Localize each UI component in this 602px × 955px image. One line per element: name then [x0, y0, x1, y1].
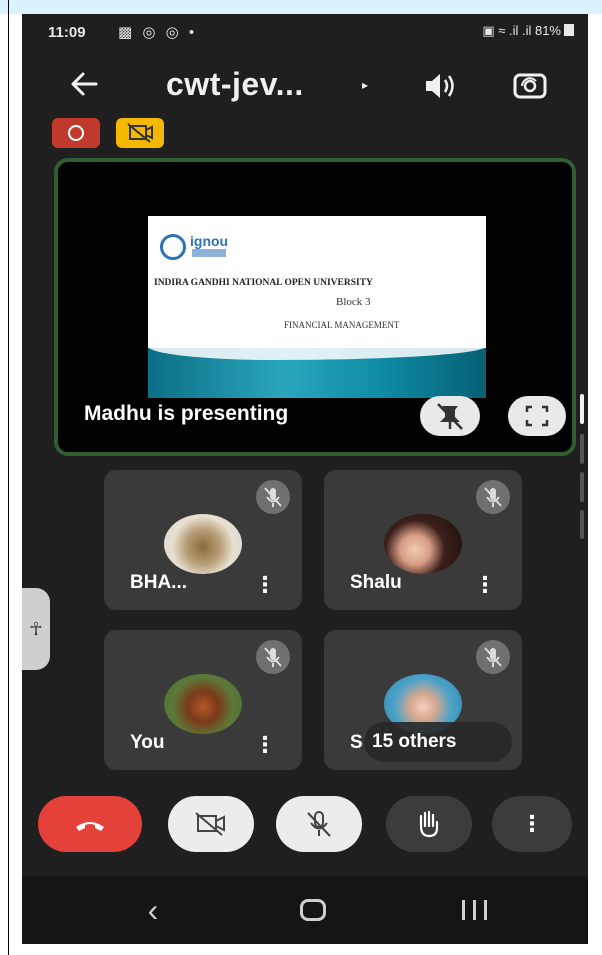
- battery-icon: [564, 24, 574, 36]
- avatar: [164, 514, 242, 574]
- others-count-pill[interactable]: 15 others: [364, 722, 512, 762]
- participant-name: S: [350, 732, 363, 753]
- nav-recents-icon[interactable]: [460, 900, 490, 920]
- ignou-logo-icon: [160, 234, 186, 260]
- nav-back-icon[interactable]: ‹: [138, 892, 168, 928]
- slide-logo-text: ignou: [190, 233, 229, 249]
- nav-home-icon[interactable]: [300, 899, 326, 921]
- scroll-track-segment: [580, 510, 584, 539]
- recents-bar: [473, 900, 476, 920]
- mic-off-icon: [307, 811, 331, 837]
- slide-logo-subtext: [192, 249, 226, 257]
- back-arrow-icon: [71, 72, 98, 96]
- mic-off-icon: [476, 640, 510, 674]
- mic-off-icon: [256, 640, 290, 674]
- participant-tile[interactable]: BHA... ⋮: [104, 470, 302, 610]
- participant-tile[interactable]: Shalu ⋮: [324, 470, 522, 610]
- system-nav-bar: ‹: [22, 876, 588, 944]
- speaker-icon: [426, 74, 454, 98]
- more-vert-icon: ⋮: [521, 811, 543, 836]
- record-icon: [52, 118, 100, 148]
- scroll-thumb[interactable]: [580, 394, 584, 424]
- recents-bar: [462, 900, 465, 920]
- fullscreen-icon: [525, 405, 549, 427]
- participant-name: BHA...: [130, 572, 187, 593]
- mic-off-icon: [476, 480, 510, 514]
- participant-name: Shalu: [350, 572, 402, 593]
- end-call-button[interactable]: [38, 796, 142, 852]
- participant-tile[interactable]: You ⋮: [104, 630, 302, 770]
- presenter-label: Madhu is presenting: [84, 402, 289, 425]
- unpin-button[interactable]: [420, 396, 480, 436]
- notification-icons: ▩ ◎ ◎ •: [118, 24, 198, 41]
- back-button[interactable]: [64, 66, 104, 106]
- more-vert-icon[interactable]: ⋮: [254, 730, 276, 760]
- scroll-indicator[interactable]: [580, 394, 584, 539]
- accessibility-tab[interactable]: ☥: [22, 588, 50, 670]
- speaker-button[interactable]: [420, 68, 460, 104]
- recents-bar: [484, 900, 487, 920]
- mic-off-icon: [256, 480, 290, 514]
- avatar: [384, 514, 462, 574]
- meeting-title[interactable]: cwt-jev...: [166, 66, 304, 103]
- switch-camera-button[interactable]: [510, 66, 550, 106]
- more-options-button[interactable]: ⋮: [492, 796, 572, 852]
- camera-off-badge-icon: [116, 118, 164, 148]
- camera-off-icon: [195, 812, 225, 836]
- more-vert-icon[interactable]: ⋮: [474, 570, 496, 600]
- unpin-icon: [437, 403, 463, 430]
- avatar: [164, 674, 242, 734]
- signal-icons: ▣ ≈ .il .il: [482, 23, 532, 38]
- meeting-toolbar: cwt-jev... ▸: [22, 56, 588, 116]
- status-time: 11:09: [48, 24, 86, 41]
- participant-name: You: [130, 732, 165, 753]
- raise-hand-button[interactable]: [386, 796, 472, 852]
- call-controls: ⋮: [22, 786, 588, 866]
- border-line: [8, 0, 9, 955]
- slide-wave-graphic: [148, 338, 486, 398]
- scroll-track-segment: [580, 472, 584, 502]
- phone-screen: 11:09 ▩ ◎ ◎ • ▣ ≈ .il .il 81% cwt-jev...…: [22, 14, 588, 944]
- fullscreen-button[interactable]: [508, 396, 566, 436]
- more-vert-icon[interactable]: ⋮: [254, 570, 276, 600]
- shared-slide: ignou INDIRA GANDHI NATIONAL OPEN UNIVER…: [148, 216, 486, 398]
- status-bar: 11:09 ▩ ◎ ◎ • ▣ ≈ .il .il 81%: [22, 14, 588, 54]
- end-call-icon: [76, 822, 104, 831]
- raise-hand-icon: [419, 810, 439, 838]
- slide-university: INDIRA GANDHI NATIONAL OPEN UNIVERSITY: [154, 278, 373, 288]
- camera-toggle-button[interactable]: [168, 796, 254, 852]
- participant-tile-others[interactable]: S 15 others: [324, 630, 522, 770]
- title-caret-icon[interactable]: ▸: [362, 78, 368, 92]
- top-tint-strip: [0, 0, 602, 14]
- status-right-icons: ▣ ≈ .il .il 81%: [482, 23, 574, 39]
- slide-block: Block 3: [336, 296, 371, 308]
- switch-camera-icon: [513, 73, 547, 99]
- accessibility-icon: ☥: [29, 619, 43, 639]
- scroll-track-segment: [580, 434, 584, 464]
- slide-subject: FINANCIAL MANAGEMENT: [284, 320, 400, 330]
- battery-level: 81%: [534, 23, 561, 38]
- presentation-tile[interactable]: ignou INDIRA GANDHI NATIONAL OPEN UNIVER…: [54, 158, 576, 456]
- mic-toggle-button[interactable]: [276, 796, 362, 852]
